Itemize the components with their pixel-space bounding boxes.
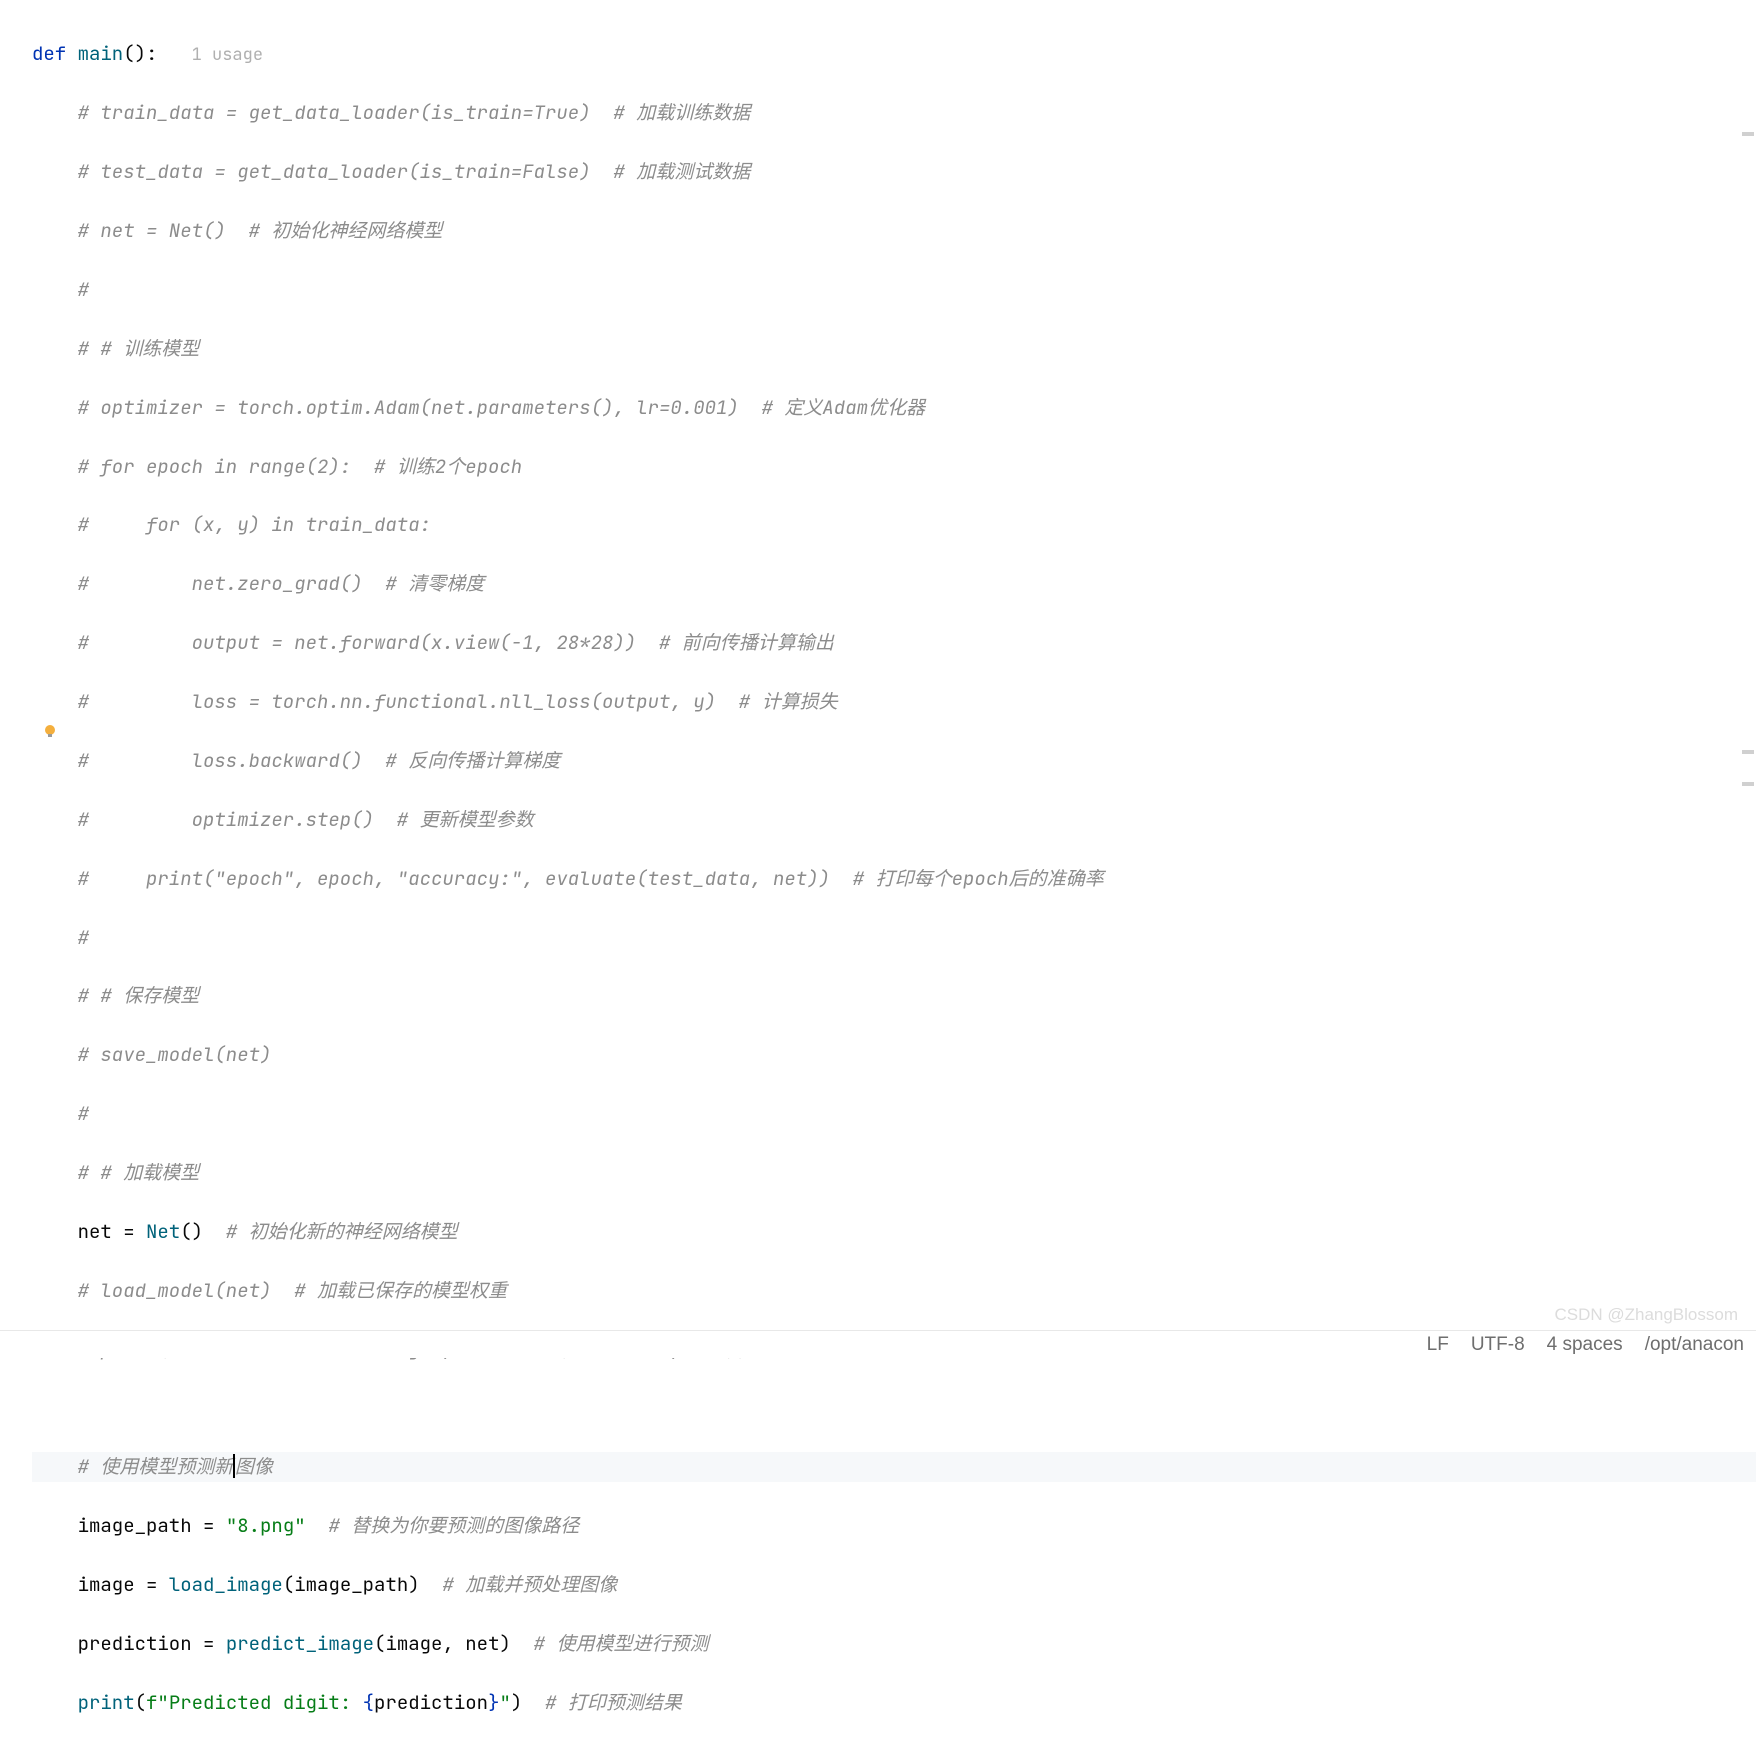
comment: # save_model(net) — [78, 1042, 272, 1067]
comment: # # 加载模型 — [78, 1160, 200, 1185]
argument: image — [385, 1631, 442, 1656]
comment: # 替换为你要预测的图像路径 — [306, 1513, 580, 1538]
status-bar: LF UTF-8 4 spaces /opt/anacon — [0, 1330, 1756, 1358]
comment: # — [78, 925, 89, 950]
eq: = — [192, 1513, 226, 1538]
variable: image_path — [78, 1513, 192, 1538]
scrollbar-marker — [1742, 782, 1754, 786]
variable: prediction — [78, 1631, 192, 1656]
comment: # net.zero_grad() # 清零梯度 — [78, 571, 485, 596]
keyword-def: def — [32, 41, 78, 66]
variable: image — [78, 1572, 135, 1597]
comment: # optimizer.step() # 更新模型参数 — [78, 807, 534, 832]
status-encoding[interactable]: UTF-8 — [1471, 1330, 1525, 1359]
paren: () — [180, 1219, 203, 1244]
comment: # loss.backward() # 反向传播计算梯度 — [78, 748, 561, 773]
eq: = — [112, 1219, 146, 1244]
comment: # output = net.forward(x.view(-1, 28*28)… — [78, 630, 834, 655]
fstr-brace: } — [488, 1690, 499, 1715]
func-call: load_image — [169, 1572, 283, 1597]
comment: # net = Net() # 初始化神经网络模型 — [78, 218, 443, 243]
comment: # optimizer = torch.optim.Adam(net.param… — [78, 395, 925, 420]
comment: # — [78, 1101, 89, 1126]
eq: = — [192, 1631, 226, 1656]
func-call: print — [78, 1690, 135, 1715]
fstr-brace: { — [363, 1690, 374, 1715]
comment: # train_data = get_data_loader(is_train=… — [78, 100, 751, 125]
scrollbar-vertical[interactable] — [1742, 0, 1754, 1358]
paren: ( — [135, 1690, 146, 1715]
text-caret — [233, 1454, 235, 1478]
variable: net — [78, 1219, 112, 1244]
usage-hint[interactable]: 1 usage — [192, 44, 263, 66]
status-line-separator[interactable]: LF — [1427, 1330, 1449, 1359]
comment: # — [78, 277, 89, 302]
scrollbar-marker — [1742, 750, 1754, 754]
comment: # # 保存模型 — [78, 983, 200, 1008]
status-indent[interactable]: 4 spaces — [1547, 1330, 1623, 1359]
comment: # 打印预测结果 — [522, 1690, 682, 1715]
func-call: predict_image — [226, 1631, 374, 1656]
watermark-text: CSDN @ZhangBlossom — [1554, 1302, 1738, 1328]
paren: (): — [123, 41, 157, 66]
current-line[interactable]: # 使用模型预测新图像 — [32, 1452, 1756, 1481]
comment: # load_model(net) # 加载已保存的模型权重 — [78, 1278, 507, 1303]
comment: # print("epoch", epoch, "accuracy:", eva… — [78, 866, 1104, 891]
func-name: main — [78, 41, 124, 66]
paren: ) — [499, 1631, 510, 1656]
comment: # loss = torch.nn.functional.nll_loss(ou… — [78, 689, 838, 714]
argument: image_path — [294, 1572, 408, 1597]
comment: # 使用模型进行预测 — [511, 1631, 709, 1656]
comment: # 初始化新的神经网络模型 — [203, 1219, 458, 1244]
string: f"Predicted digit: — [146, 1690, 363, 1715]
paren: ( — [283, 1572, 294, 1597]
code-editor[interactable]: def main(): 1 usage # train_data = get_d… — [0, 0, 1756, 1747]
paren: ) — [408, 1572, 419, 1597]
comment: # # 训练模型 — [78, 336, 200, 361]
comment: # 使用模型预测新 — [78, 1454, 234, 1479]
comment: # for epoch in range(2): # 训练2个epoch — [78, 454, 523, 479]
comment: # for (x, y) in train_data: — [78, 512, 431, 537]
class-call: Net — [146, 1219, 180, 1244]
scrollbar-marker — [1742, 132, 1754, 136]
comma: , — [442, 1631, 465, 1656]
expression: prediction — [374, 1690, 488, 1715]
comment: 图像 — [235, 1454, 273, 1479]
paren: ( — [374, 1631, 385, 1656]
intention-bulb-icon[interactable] — [42, 718, 58, 734]
comment: # 加载并预处理图像 — [420, 1572, 618, 1597]
eq: = — [135, 1572, 169, 1597]
comment: # test_data = get_data_loader(is_train=F… — [78, 159, 751, 184]
string: " — [499, 1690, 510, 1715]
status-interpreter[interactable]: /opt/anacon — [1645, 1330, 1744, 1359]
string: "8.png" — [226, 1513, 306, 1538]
argument: net — [465, 1631, 499, 1656]
paren: ) — [511, 1690, 522, 1715]
